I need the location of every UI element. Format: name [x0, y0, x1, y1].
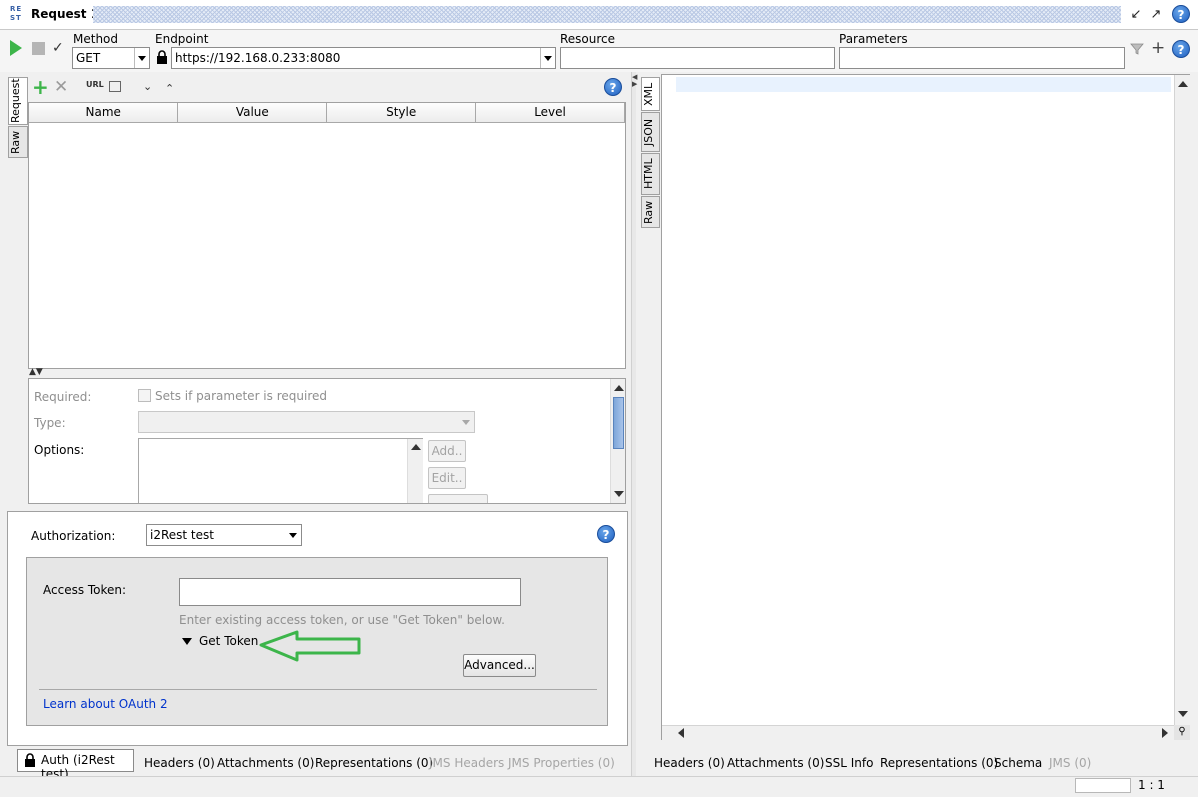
add-icon[interactable]: + [1151, 38, 1165, 58]
check-split-icon[interactable]: ✓ [52, 40, 64, 56]
help-icon[interactable]: ? [597, 525, 615, 543]
tab-jms[interactable]: JMS (0) [1049, 754, 1091, 772]
tab-jms-properties[interactable]: JMS Properties (0) [508, 754, 615, 772]
tab-response-html[interactable]: HTML [641, 153, 660, 195]
tab-request-raw[interactable]: Raw [8, 126, 28, 158]
rest-logo: RE ST [10, 5, 23, 22]
tab-response-json[interactable]: JSON [641, 112, 660, 152]
maximize-icon[interactable]: ↗ [1148, 7, 1164, 23]
tab-request-attachments[interactable]: Attachments (0) [217, 754, 314, 772]
window-title: Request 1 [31, 7, 100, 21]
move-down-icon[interactable]: ⌄ [143, 80, 152, 93]
get-token-toggle[interactable]: Get Token [199, 634, 258, 648]
detach-icon[interactable]: ↙ [1128, 7, 1144, 23]
tab-response-representations[interactable]: Representations (0) [880, 754, 998, 772]
chevron-down-icon [462, 420, 470, 425]
endpoint-value: https://192.168.0.233:8080 [175, 51, 341, 65]
column-header-style[interactable]: Style [326, 103, 477, 123]
response-editor[interactable]: ⚲ [661, 74, 1190, 740]
green-arrow-annotation [259, 630, 361, 662]
options-label: Options: [34, 443, 85, 457]
method-label: Method [73, 32, 119, 46]
response-vscrollbar[interactable] [1174, 75, 1190, 725]
move-up-icon[interactable]: ⌃ [165, 82, 174, 95]
authorization-label: Authorization: [31, 529, 116, 543]
resource-input[interactable] [560, 47, 835, 69]
column-header-name[interactable]: Name [29, 103, 179, 123]
access-token-hint: Enter existing access token, or use "Get… [179, 613, 505, 627]
status-field [1075, 778, 1131, 793]
parameters-label: Parameters [839, 32, 908, 46]
required-checkbox-label: Sets if parameter is required [155, 389, 327, 403]
url-param-icon[interactable]: URL [86, 80, 104, 89]
tab-request-headers[interactable]: Headers (0) [144, 754, 215, 772]
titlebar-drag-area[interactable] [93, 6, 1121, 23]
help-icon[interactable]: ? [1172, 40, 1190, 58]
add-param-icon[interactable]: + [32, 77, 49, 97]
tab-response-raw[interactable]: Raw [641, 196, 660, 228]
type-select[interactable] [138, 411, 475, 433]
method-select[interactable]: GET [72, 47, 150, 69]
remove-option-button[interactable] [428, 494, 488, 503]
lock-icon [25, 753, 35, 767]
window-titlebar: RE ST Request 1 ↙ ↗ ? [0, 0, 1198, 30]
edit-option-button[interactable]: Edit.. [428, 467, 466, 489]
params-table: Name Value Style Level [28, 102, 626, 369]
endpoint-input[interactable]: https://192.168.0.233:8080 [171, 47, 556, 69]
status-bar [0, 776, 1198, 797]
response-hscrollbar[interactable] [662, 725, 1174, 740]
expand-triangle-icon[interactable] [182, 638, 192, 645]
endpoint-label: Endpoint [155, 32, 209, 46]
tab-request[interactable]: Request [8, 77, 28, 125]
copy-params-icon[interactable] [1130, 43, 1144, 55]
zoom-icon[interactable]: ⚲ [1174, 725, 1190, 740]
help-icon[interactable]: ? [604, 78, 622, 96]
options-list[interactable] [138, 438, 423, 503]
tab-response-attachments[interactable]: Attachments (0) [727, 754, 824, 772]
cursor-position: 1 : 1 [1138, 778, 1165, 792]
access-token-input[interactable] [179, 578, 521, 606]
type-label: Type: [34, 416, 66, 430]
tab-ssl-info[interactable]: SSL Info [825, 754, 873, 772]
tab-jms-headers[interactable]: JMS Headers [429, 754, 504, 772]
tab-schema[interactable]: Schema [994, 754, 1042, 772]
chevron-down-icon [286, 525, 301, 545]
learn-oauth2-link[interactable]: Learn about OAuth 2 [43, 697, 168, 711]
add-option-button[interactable]: Add.. [428, 440, 466, 462]
parameters-input[interactable] [839, 47, 1125, 69]
tab-request-representations[interactable]: Representations (0) [315, 754, 433, 772]
tab-auth[interactable]: Auth (i2Rest test) [17, 749, 134, 781]
lock-icon [156, 50, 168, 64]
advanced-button[interactable]: Advanced... [463, 654, 536, 677]
scroll-thumb[interactable] [613, 397, 624, 449]
splitter-arrows-icon[interactable]: ▲▼ [29, 368, 43, 377]
stop-icon[interactable] [32, 42, 45, 55]
column-header-level[interactable]: Level [475, 103, 625, 123]
access-token-label: Access Token: [43, 583, 127, 597]
extract-icon[interactable] [109, 81, 121, 92]
divider [39, 689, 597, 690]
options-scrollbar[interactable] [407, 439, 423, 503]
method-value: GET [76, 51, 101, 65]
tab-response-headers[interactable]: Headers (0) [654, 754, 725, 772]
chevron-down-icon[interactable] [540, 48, 555, 68]
authorization-value: i2Rest test [150, 528, 214, 542]
tab-response-xml[interactable]: XML [641, 77, 660, 111]
delete-param-icon[interactable]: ✕ [54, 78, 68, 96]
current-line-highlight [676, 77, 1171, 92]
params-table-header: Name Value Style Level [29, 103, 625, 123]
help-icon[interactable]: ? [1172, 5, 1190, 23]
pane-splitter[interactable]: ◀ ▶ [631, 72, 637, 777]
authorization-select[interactable]: i2Rest test [146, 524, 302, 546]
oauth2-box: Access Token: Enter existing access toke… [26, 557, 608, 726]
run-icon[interactable] [10, 40, 22, 56]
required-checkbox[interactable] [138, 389, 151, 402]
details-scrollbar[interactable] [610, 379, 625, 503]
param-details-panel: Required: Sets if parameter is required … [28, 378, 626, 504]
column-header-value[interactable]: Value [177, 103, 328, 123]
chevron-down-icon [134, 48, 149, 68]
auth-panel: Authorization: i2Rest test ? Access Toke… [7, 511, 628, 746]
resource-label: Resource [560, 32, 616, 46]
required-label: Required: [34, 390, 92, 404]
